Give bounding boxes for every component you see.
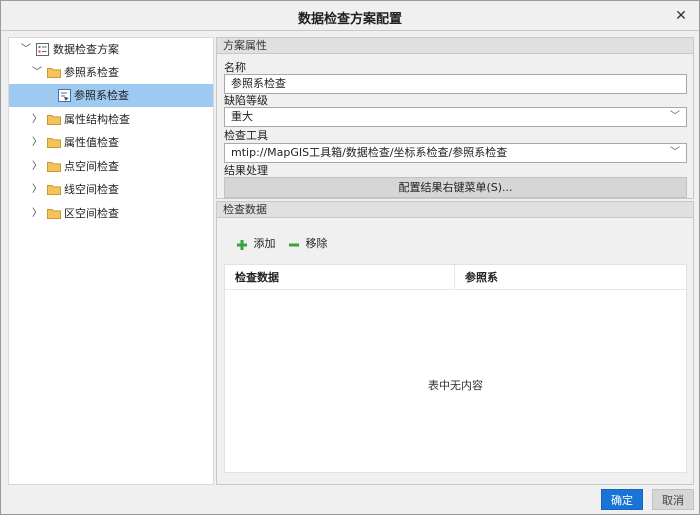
ok-button[interactable]: 确定 [601, 489, 643, 510]
tree-item-attr-value[interactable]: 〉 属性值检查 [9, 131, 213, 154]
name-label: 名称 [224, 61, 246, 74]
dialog-title: 数据检查方案配置 [297, 12, 402, 27]
folder-icon [47, 114, 61, 125]
cancel-button[interactable]: 取消 [652, 489, 694, 510]
chevron-right-icon[interactable]: 〉 [30, 178, 44, 201]
check-tool-label: 检查工具 [224, 129, 268, 142]
chevron-down-icon[interactable]: ﹀ [30, 61, 44, 84]
scheme-tree: ﹀ 数据检查方案 ﹀ 参照系检查 参照系检查 〉 属性结构检查 〉 属性值检查 … [8, 37, 214, 485]
check-tool-value: mtip://MapGIS工具箱/数据检查/坐标系检查/参照系检查 [231, 146, 508, 159]
check-data-header: 检查数据 [217, 202, 693, 218]
tree-item-area-space[interactable]: 〉 区空间检查 [9, 202, 213, 225]
tree-item-ref-check-label: 参照系检查 [74, 89, 129, 102]
minus-icon [289, 239, 299, 249]
configure-result-menu-button[interactable]: 配置结果右键菜单(S)... [224, 177, 687, 198]
folder-icon [47, 137, 61, 148]
add-button[interactable]: 添加 [237, 236, 276, 252]
defect-level-label: 缺陷等级 [224, 94, 268, 107]
defect-level-select[interactable]: 重大 ﹀ [224, 107, 687, 127]
tree-item-line-space[interactable]: 〉 线空间检查 [9, 178, 213, 201]
folder-icon [47, 208, 61, 219]
tree-item-root[interactable]: ﹀ 数据检查方案 [9, 38, 213, 61]
plan-attributes-panel: 方案属性 名称 参照系检查 缺陷等级 重大 ﹀ 检查工具 mtip://MapG… [216, 37, 694, 199]
tree-item-attr-structure[interactable]: 〉 属性结构检查 [9, 108, 213, 131]
tree-item-ref-check[interactable]: 参照系检查 [9, 84, 213, 107]
empty-table-message: 表中无内容 [428, 379, 483, 392]
folder-icon [47, 184, 61, 195]
check-item-icon [58, 89, 71, 102]
add-label: 添加 [253, 237, 276, 250]
scheme-list-icon [36, 43, 49, 56]
tree-item-ref-group-label: 参照系检查 [64, 66, 119, 79]
plus-icon [237, 239, 247, 250]
folder-icon [47, 161, 61, 172]
chevron-down-icon[interactable]: ﹀ [19, 38, 33, 61]
tree-item-label: 线空间检查 [64, 183, 119, 196]
name-input[interactable]: 参照系检查 [224, 74, 687, 94]
chevron-down-icon: ﹀ [670, 111, 680, 122]
result-handling-label: 结果处理 [224, 164, 268, 177]
chevron-right-icon[interactable]: 〉 [30, 202, 44, 225]
chevron-right-icon[interactable]: 〉 [30, 155, 44, 178]
tree-item-label: 属性值检查 [64, 136, 119, 149]
check-data-table[interactable]: 检查数据 参照系 表中无内容 [224, 264, 687, 473]
check-tool-select[interactable]: mtip://MapGIS工具箱/数据检查/坐标系检查/参照系检查 ﹀ [224, 143, 687, 163]
close-icon[interactable]: ✕ [671, 6, 691, 26]
dialog-window: 数据检查方案配置 ✕ ﹀ 数据检查方案 ﹀ 参照系检查 参照系检查 〉 属性结构… [0, 0, 700, 515]
tree-item-label: 属性结构检查 [64, 113, 130, 126]
chevron-right-icon[interactable]: 〉 [30, 131, 44, 154]
defect-level-value: 重大 [231, 110, 253, 123]
tree-item-label: 点空间检查 [64, 160, 119, 173]
tree-item-ref-group[interactable]: ﹀ 参照系检查 [9, 61, 213, 84]
column-header-reference-system[interactable]: 参照系 [455, 265, 686, 290]
tree-item-root-label: 数据检查方案 [53, 43, 119, 56]
remove-button[interactable]: 移除 [289, 236, 328, 252]
plan-attributes-header: 方案属性 [217, 38, 693, 54]
remove-label: 移除 [305, 237, 328, 250]
folder-icon [47, 67, 61, 78]
title-bar[interactable]: 数据检查方案配置 ✕ [1, 1, 699, 31]
check-data-panel: 检查数据 添加 移除 检查数据 参照系 表中无内容 [216, 201, 694, 485]
tree-item-point-space[interactable]: 〉 点空间检查 [9, 155, 213, 178]
chevron-right-icon[interactable]: 〉 [30, 108, 44, 131]
tree-item-label: 区空间检查 [64, 207, 119, 220]
chevron-down-icon: ﹀ [670, 147, 680, 158]
column-header-check-data[interactable]: 检查数据 [225, 265, 455, 290]
